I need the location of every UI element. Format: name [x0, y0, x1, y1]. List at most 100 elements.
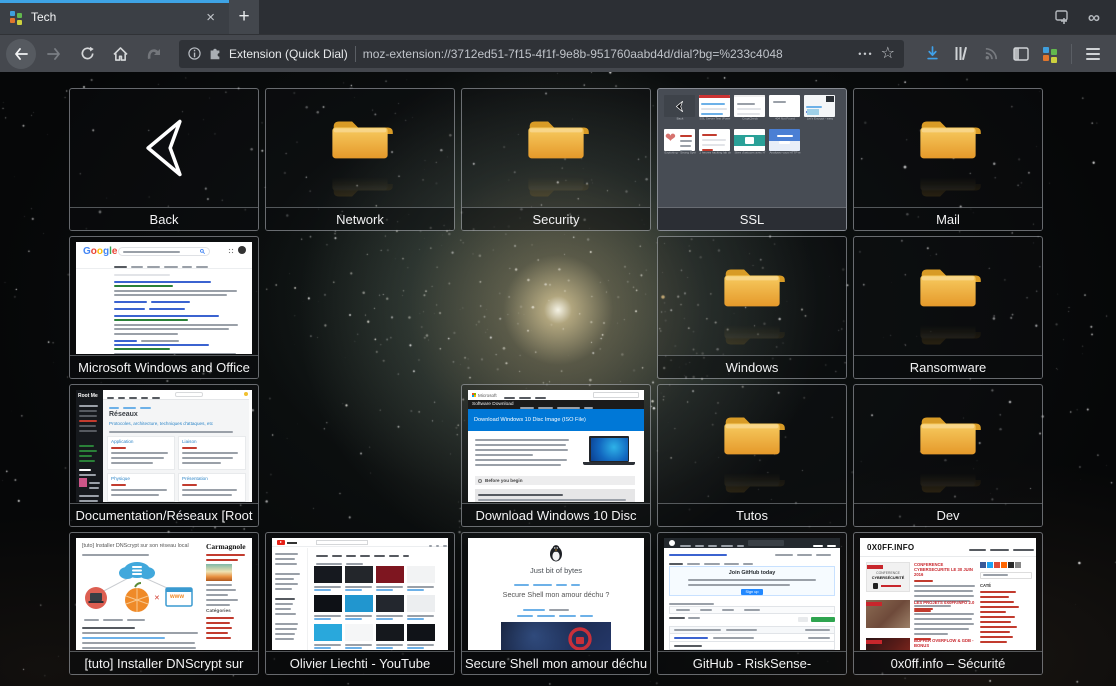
library-icon[interactable]: [954, 46, 970, 61]
quickdial-extension-icon[interactable]: [1043, 47, 1057, 61]
site-logo: 0X0FF.INFO: [867, 543, 914, 552]
sidebar-toggle-icon[interactable]: [1013, 47, 1029, 61]
text-line: [669, 603, 714, 605]
tab-tech[interactable]: Tech ×: [0, 0, 229, 34]
text-line: [275, 598, 295, 600]
text-line: [107, 397, 114, 399]
github-logo: [669, 540, 675, 546]
rootme-heading: Réseaux: [109, 411, 138, 418]
dial-tile-ssl[interactable]: Back SSL Server Test (Powered by CryptCh…: [657, 88, 847, 231]
menu-hamburger-icon[interactable]: [1086, 48, 1100, 60]
text-line: [89, 487, 99, 489]
text-line: [182, 462, 221, 464]
disabled-toolbar-button[interactable]: [138, 39, 168, 69]
penguin-logo: [548, 544, 564, 562]
mini-dial: CryptCheck: [734, 95, 765, 125]
reload-button[interactable]: [72, 39, 102, 69]
text-line: [314, 589, 331, 591]
text-line: [123, 407, 136, 409]
ssh-blog-thumbnail: Just bit of bytes Secure Shell mon amour…: [468, 538, 644, 650]
dial-tile-rootme[interactable]: Root Me Réseaux Protocoles, architecture…: [69, 384, 259, 527]
dial-tile-dnscrypt[interactable]: [tuto] Installer DNScrypt sur son réseau…: [69, 532, 259, 675]
download-icon[interactable]: [925, 46, 940, 61]
text-line: [702, 134, 717, 136]
text-line: [182, 484, 197, 486]
text-line: [114, 333, 178, 335]
dial-tile-network[interactable]: Network: [265, 88, 455, 231]
text-line: [79, 450, 97, 452]
text-line: [914, 580, 933, 582]
scrollbar[interactable]: [249, 390, 252, 502]
article-entry: BUFFER OVERFLOW & GDB - BONUS: [914, 638, 976, 650]
text-line: [89, 482, 100, 484]
text-line: [407, 586, 434, 588]
url-bar[interactable]: Extension (Quick Dial) moz-extension://3…: [179, 40, 904, 68]
dial-tile-back[interactable]: Back: [69, 88, 259, 231]
dial-tile-windows[interactable]: Windows: [657, 236, 847, 379]
folder-icon: [854, 111, 1042, 207]
text-line: [82, 642, 195, 644]
dial-tile-secure-shell[interactable]: Just bit of bytes Secure Shell mon amour…: [461, 532, 651, 675]
info-icon[interactable]: [188, 47, 201, 60]
sidebar-search: [980, 572, 1032, 579]
forward-button[interactable]: [39, 39, 69, 69]
dial-tile-microsoft-windows-office[interactable]: Google: [69, 236, 259, 379]
text-line: [79, 410, 97, 412]
text-line: [436, 545, 439, 547]
dial-tile-tutos[interactable]: Tutos: [657, 384, 847, 527]
text-line: [314, 644, 341, 646]
text-line: [980, 636, 1013, 638]
search-result: [114, 341, 242, 354]
back-arrow-icon: [70, 89, 258, 207]
infinity-icon[interactable]: ∞: [1088, 9, 1100, 26]
text-line: [806, 106, 822, 108]
text-line: [443, 545, 446, 547]
text-line: [79, 455, 92, 457]
back-button[interactable]: [6, 39, 36, 69]
dial-tile-ransomware[interactable]: Ransomware: [853, 236, 1043, 379]
rss-icon[interactable]: [984, 46, 999, 61]
dial-tile-0x0ff[interactable]: 0X0FF.INFO CONFERENCE CYBERSÉCURITÉ CONF…: [853, 532, 1043, 675]
rootme-sidebar: Root Me: [76, 390, 103, 502]
url-text[interactable]: moz-extension://3712ed51-7f15-4f1f-9e8b-…: [363, 47, 851, 61]
text-line: [701, 113, 723, 115]
folder-icon: [266, 111, 454, 207]
text-line: [1013, 549, 1034, 551]
text-line: [114, 324, 238, 326]
dial-tile-windows10-download[interactable]: Microsoft Software Download Download Win…: [461, 384, 651, 527]
dial-tile-dev[interactable]: Dev: [853, 384, 1043, 527]
extension-puzzle-icon: [208, 47, 222, 61]
cloud-icon: [119, 562, 155, 579]
text-line: [314, 615, 341, 617]
dial-tile-github[interactable]: Join GitHub today Sign up: [657, 532, 847, 675]
bookmark-star-icon[interactable]: ☆: [881, 46, 895, 62]
text-line: [275, 608, 291, 610]
text-line: [514, 584, 529, 586]
article-thumb-conference: CONFERENCE CYBERSÉCURITÉ: [866, 562, 910, 592]
text-line: [206, 617, 234, 619]
new-tab-button[interactable]: +: [229, 0, 259, 34]
tab-close-icon[interactable]: ×: [202, 8, 219, 27]
text-line: [127, 619, 145, 621]
page-actions-icon[interactable]: •••: [858, 49, 873, 59]
text-line: [182, 447, 197, 449]
home-button[interactable]: [105, 39, 135, 69]
dial-tile-youtube[interactable]: Olivier Liechti - YouTube: [265, 532, 455, 675]
dial-tile-security[interactable]: Security: [461, 88, 651, 231]
new-container-tab-icon[interactable]: [1054, 9, 1070, 25]
social-icons: [980, 562, 1032, 568]
video-thumb: [376, 566, 404, 583]
dial-tile-mail[interactable]: Mail: [853, 88, 1043, 231]
article-thumb-projects: [866, 600, 910, 628]
text-line: [990, 549, 1009, 551]
mini-back-arrow-icon: [675, 100, 684, 113]
text-line: [827, 545, 837, 547]
dial-grid: Back Network Security Back: [0, 72, 1116, 675]
text-line: [687, 563, 700, 565]
text-line: [141, 397, 148, 399]
microsoft-logo: [472, 393, 476, 397]
text-line: [721, 545, 733, 547]
text-line: [79, 415, 97, 417]
text-line: [680, 145, 691, 147]
text-line: [82, 637, 165, 639]
